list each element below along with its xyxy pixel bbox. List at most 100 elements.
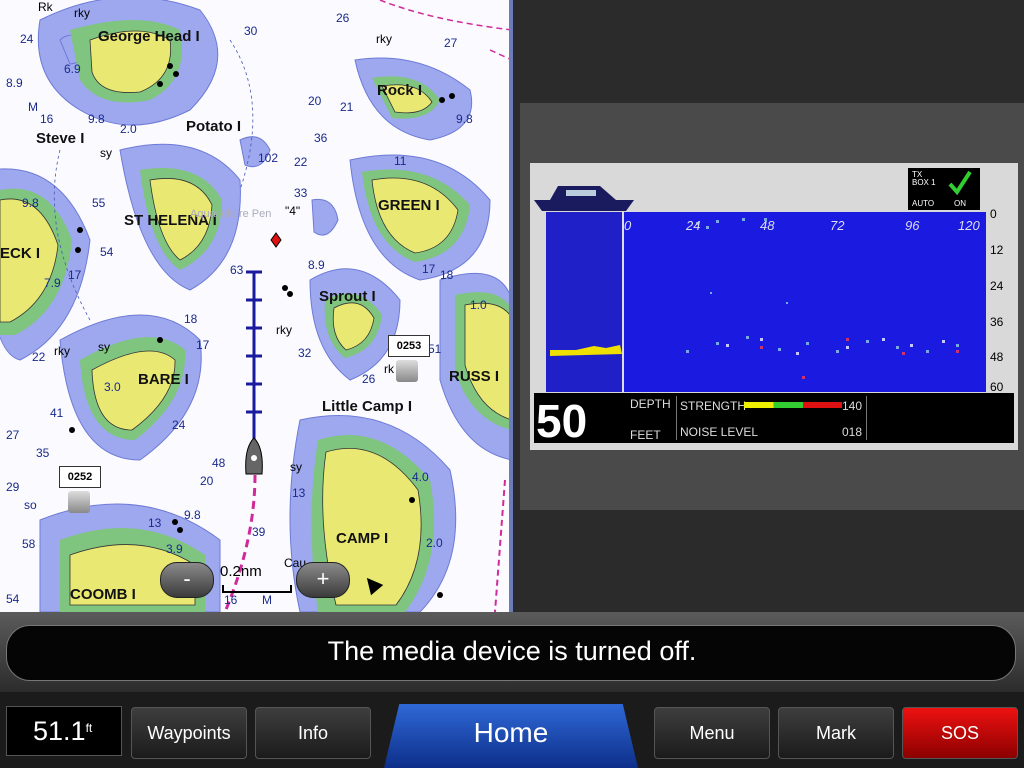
island-label: RUSS I bbox=[449, 368, 500, 385]
waypoint-icon[interactable] bbox=[68, 491, 90, 513]
depth-sounding: 4.0 bbox=[412, 470, 429, 484]
depth-sounding: 16 bbox=[224, 593, 238, 607]
tx-status-box: TX BOX 1 AUTO ON bbox=[908, 168, 980, 210]
depth-sounding: 29 bbox=[6, 480, 20, 494]
island-label: CAMP I bbox=[336, 530, 389, 547]
depth-sounding: 27 bbox=[6, 428, 20, 442]
depth-sounding: 13 bbox=[148, 516, 162, 530]
depth-sounding: 2.0 bbox=[426, 536, 443, 550]
depth-sounding: 8.9 bbox=[6, 76, 23, 90]
depth-sounding: 18 bbox=[440, 268, 454, 282]
depth-sounding: 33 bbox=[294, 186, 308, 200]
island-label: George Head I bbox=[98, 28, 200, 45]
pane-divider[interactable] bbox=[509, 0, 513, 612]
seabed-label: Aquaculture Pen bbox=[190, 208, 272, 220]
depth-sounding: 48 bbox=[212, 456, 226, 470]
strength-value: 140 bbox=[842, 399, 863, 413]
depth-sounding: 102 bbox=[258, 151, 279, 165]
depth-sounding: 7.9 bbox=[44, 276, 61, 290]
sos-button[interactable]: SOS bbox=[902, 707, 1018, 759]
seabed-label: sy bbox=[290, 460, 302, 474]
depth-sounding: 35 bbox=[36, 446, 50, 460]
noise-label: NOISE LEVEL bbox=[680, 425, 759, 439]
depth-scale-label: 0 bbox=[990, 207, 997, 221]
chart-map[interactable]: George Head I Rock I Potato I Steve I ST… bbox=[0, 0, 512, 612]
sonar-range-label: 0 bbox=[624, 218, 632, 233]
depth-sounding: 58 bbox=[22, 537, 36, 551]
divider bbox=[866, 396, 867, 440]
depth-sounding: 20 bbox=[200, 474, 214, 488]
depth-sounding: 22 bbox=[32, 350, 46, 364]
depth-sounding: 17 bbox=[196, 338, 210, 352]
waypoint-label[interactable]: 0252 bbox=[59, 466, 101, 488]
island-label: BARE I bbox=[138, 371, 189, 388]
depth-sounding: 6.9 bbox=[64, 62, 81, 76]
strength-label: STRENGTH bbox=[680, 399, 746, 413]
depth-sounding: 55 bbox=[92, 196, 106, 210]
island-label: Little Camp I bbox=[322, 398, 413, 415]
island-label: Potato I bbox=[186, 118, 241, 135]
depth-sounding: 54 bbox=[100, 245, 114, 259]
depth-sounding: 24 bbox=[172, 418, 186, 432]
depth-sounding: 36 bbox=[314, 131, 328, 145]
depth-scale-label: 48 bbox=[990, 350, 1004, 364]
sonar-range-label: 72 bbox=[830, 218, 845, 233]
boat-icon bbox=[534, 186, 634, 211]
depth-sounding: 30 bbox=[244, 24, 258, 38]
depth-readout[interactable]: 51.1ft bbox=[6, 706, 122, 756]
depth-sounding: M bbox=[262, 593, 272, 607]
island-label: COOMB I bbox=[70, 586, 136, 603]
status-message: The media device is turned off. bbox=[327, 636, 697, 666]
zoom-in-button[interactable]: + bbox=[296, 562, 350, 598]
depth-sounding: 13 bbox=[292, 486, 306, 500]
depth-label: DEPTH bbox=[630, 397, 671, 411]
seabed-label: Rk bbox=[38, 0, 53, 14]
depth-sounding: 9.8 bbox=[22, 196, 39, 210]
tx-box-label: BOX 1 bbox=[912, 178, 936, 187]
depth-sounding: 32 bbox=[298, 346, 312, 360]
seabed-label: sy bbox=[100, 146, 112, 160]
seabed-label: rky bbox=[376, 32, 392, 46]
checkmark-icon bbox=[948, 170, 972, 196]
depth-sounding: 17 bbox=[68, 268, 82, 282]
waypoint-label[interactable]: 0253 bbox=[388, 335, 430, 357]
depth-sounding: 24 bbox=[20, 32, 34, 46]
noise-value: 018 bbox=[842, 425, 863, 439]
island-label: GREEN I bbox=[378, 197, 440, 214]
home-button[interactable]: Home bbox=[384, 704, 638, 768]
tx-auto-label: AUTO bbox=[912, 199, 935, 208]
depth-sounding: 27 bbox=[444, 36, 458, 50]
depth-sounding: 54 bbox=[6, 592, 20, 606]
sonar-range-label: 24 bbox=[686, 218, 701, 233]
depth-sounding: 11 bbox=[394, 154, 407, 168]
depth-readout-value: 51.1 bbox=[33, 716, 86, 746]
island-label: ECK I bbox=[0, 245, 41, 262]
depth-sounding: 22 bbox=[294, 155, 308, 169]
depth-readout-unit: ft bbox=[85, 721, 93, 735]
info-button[interactable]: Info bbox=[255, 707, 371, 759]
depth-scale-label: 12 bbox=[990, 243, 1004, 257]
zoom-out-button[interactable]: - bbox=[160, 562, 214, 598]
waypoints-button[interactable]: Waypoints bbox=[131, 707, 247, 759]
seabed-label: rky bbox=[276, 323, 292, 337]
mark-button[interactable]: Mark bbox=[778, 707, 894, 759]
depth-sounding: 2.0 bbox=[120, 122, 137, 136]
scale-label: 0.2nm bbox=[220, 563, 262, 580]
depth-sounding: 9.8 bbox=[184, 508, 201, 522]
sonar-range-label: 48 bbox=[760, 218, 775, 233]
sonar-range-label: 120 bbox=[958, 218, 980, 233]
chart-geometry bbox=[0, 0, 512, 612]
seabed-label: rk bbox=[384, 362, 394, 376]
menu-button[interactable]: Menu bbox=[654, 707, 770, 759]
depth-scale-label: 24 bbox=[990, 279, 1004, 293]
tx-on-label: ON bbox=[954, 199, 966, 208]
sonar-returns bbox=[550, 218, 959, 379]
depth-sounding: 16 bbox=[40, 112, 54, 126]
depth-sounding: 63 bbox=[230, 263, 244, 277]
depth-sounding: so bbox=[24, 498, 37, 512]
waypoint-icon[interactable] bbox=[396, 360, 418, 382]
island-label: Sprout I bbox=[319, 288, 376, 305]
depth-sounding: 26 bbox=[362, 372, 376, 386]
sonar-range-label: 96 bbox=[905, 218, 920, 233]
seabed-label: "4" bbox=[285, 204, 301, 218]
